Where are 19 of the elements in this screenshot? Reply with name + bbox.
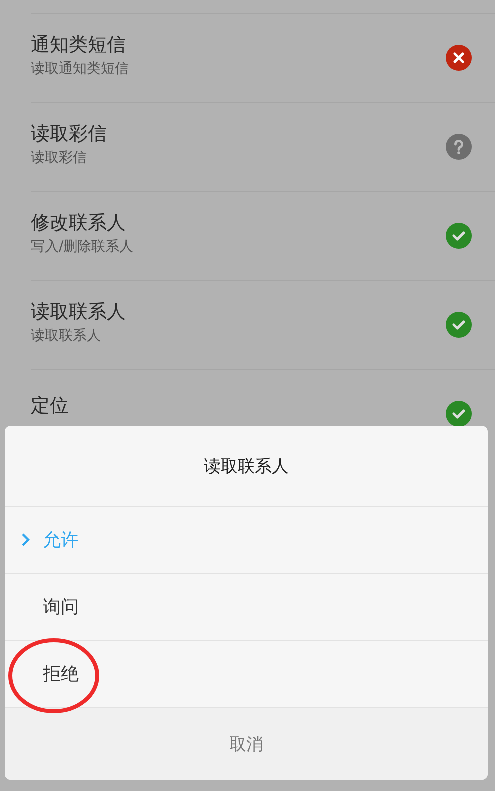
permission-title: 通知类短信 [31, 33, 127, 58]
permission-title: 读取彩信 [31, 122, 108, 147]
check-icon[interactable] [446, 312, 472, 338]
cancel-button[interactable]: 取消 [5, 708, 488, 780]
permission-description: 读取通知类短信 [31, 60, 130, 78]
check-icon[interactable] [446, 223, 472, 249]
dialog-title: 读取联系人 [5, 426, 488, 507]
permission-description: 读取联系人 [31, 327, 102, 345]
permission-title: 定位 [31, 394, 70, 419]
option-label[interactable]: 询问 [43, 595, 79, 619]
permission-description: 写入/删除联系人 [31, 238, 135, 256]
close-icon[interactable] [446, 45, 472, 71]
check-icon[interactable] [446, 401, 472, 427]
permission-title: 修改联系人 [31, 211, 127, 236]
permission-description: 读取彩信 [31, 149, 88, 167]
option-label[interactable]: 拒绝 [43, 662, 79, 686]
permission-title: 读取联系人 [31, 300, 127, 325]
question-icon[interactable] [446, 134, 472, 160]
chevron-icon [21, 533, 31, 547]
